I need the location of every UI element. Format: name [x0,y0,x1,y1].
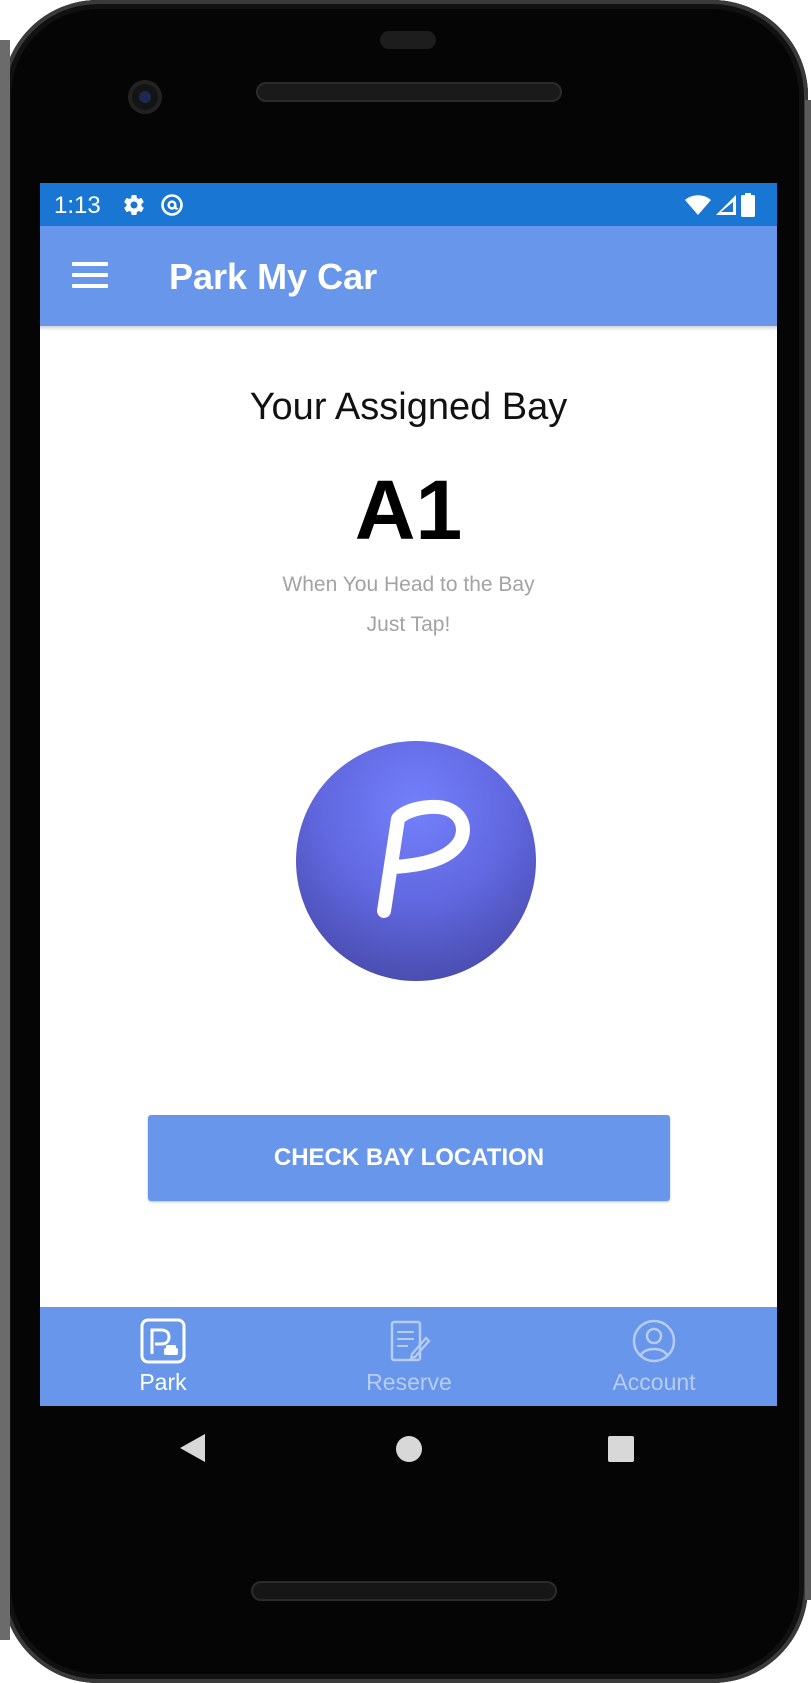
status-bar: 1:13 [40,183,777,226]
signal-icon [716,195,736,215]
bottom-navigation: Park Reserve Account [40,1307,777,1406]
app-bar: Park My Car [40,226,777,326]
parking-p-icon [377,799,470,918]
wifi-icon [685,195,711,215]
back-triangle-icon[interactable] [180,1434,205,1462]
bay-code: A1 [354,463,463,557]
edit-document-icon [390,1320,431,1362]
front-camera-icon [128,80,162,114]
parking-car-icon [140,1318,186,1364]
left-bezel-edge [0,40,10,1640]
instruction-line-1: When You Head to the Bay [282,573,535,596]
nav-item-account[interactable]: Account [531,1307,777,1406]
instruction-line-2: Just Tap! [366,613,451,636]
bottom-speaker-grille [251,1581,557,1601]
nav-item-reserve[interactable]: Reserve [286,1307,532,1406]
park-tap-button[interactable] [296,741,536,981]
right-bezel-edge [805,100,811,1600]
battery-icon [741,193,755,217]
account-circle-icon [632,1319,676,1363]
system-navigation-bar [40,1406,777,1496]
assigned-bay-heading: Your Assigned Bay [249,386,568,428]
status-time: 1:13 [54,192,101,219]
nav-label-reserve: Reserve [366,1369,452,1395]
app-title: Park My Car [169,256,378,297]
top-speaker-grille [256,82,562,102]
home-circle-icon[interactable] [396,1436,422,1462]
at-sign-icon [161,194,183,216]
hamburger-menu-icon[interactable] [72,262,108,288]
phone-screen: 1:13 Park My Car Your Assigned Bay A1 Wh… [40,183,777,1406]
nav-label-account: Account [612,1369,696,1395]
earpiece-slot [380,31,436,49]
nav-label-park: Park [139,1369,187,1395]
recents-square-icon[interactable] [608,1436,634,1462]
app-bar-shadow [40,326,777,331]
gear-icon [124,195,144,216]
nav-item-park[interactable]: Park [40,1307,286,1406]
check-bay-location-button[interactable]: CHECK BAY LOCATION [148,1115,670,1201]
